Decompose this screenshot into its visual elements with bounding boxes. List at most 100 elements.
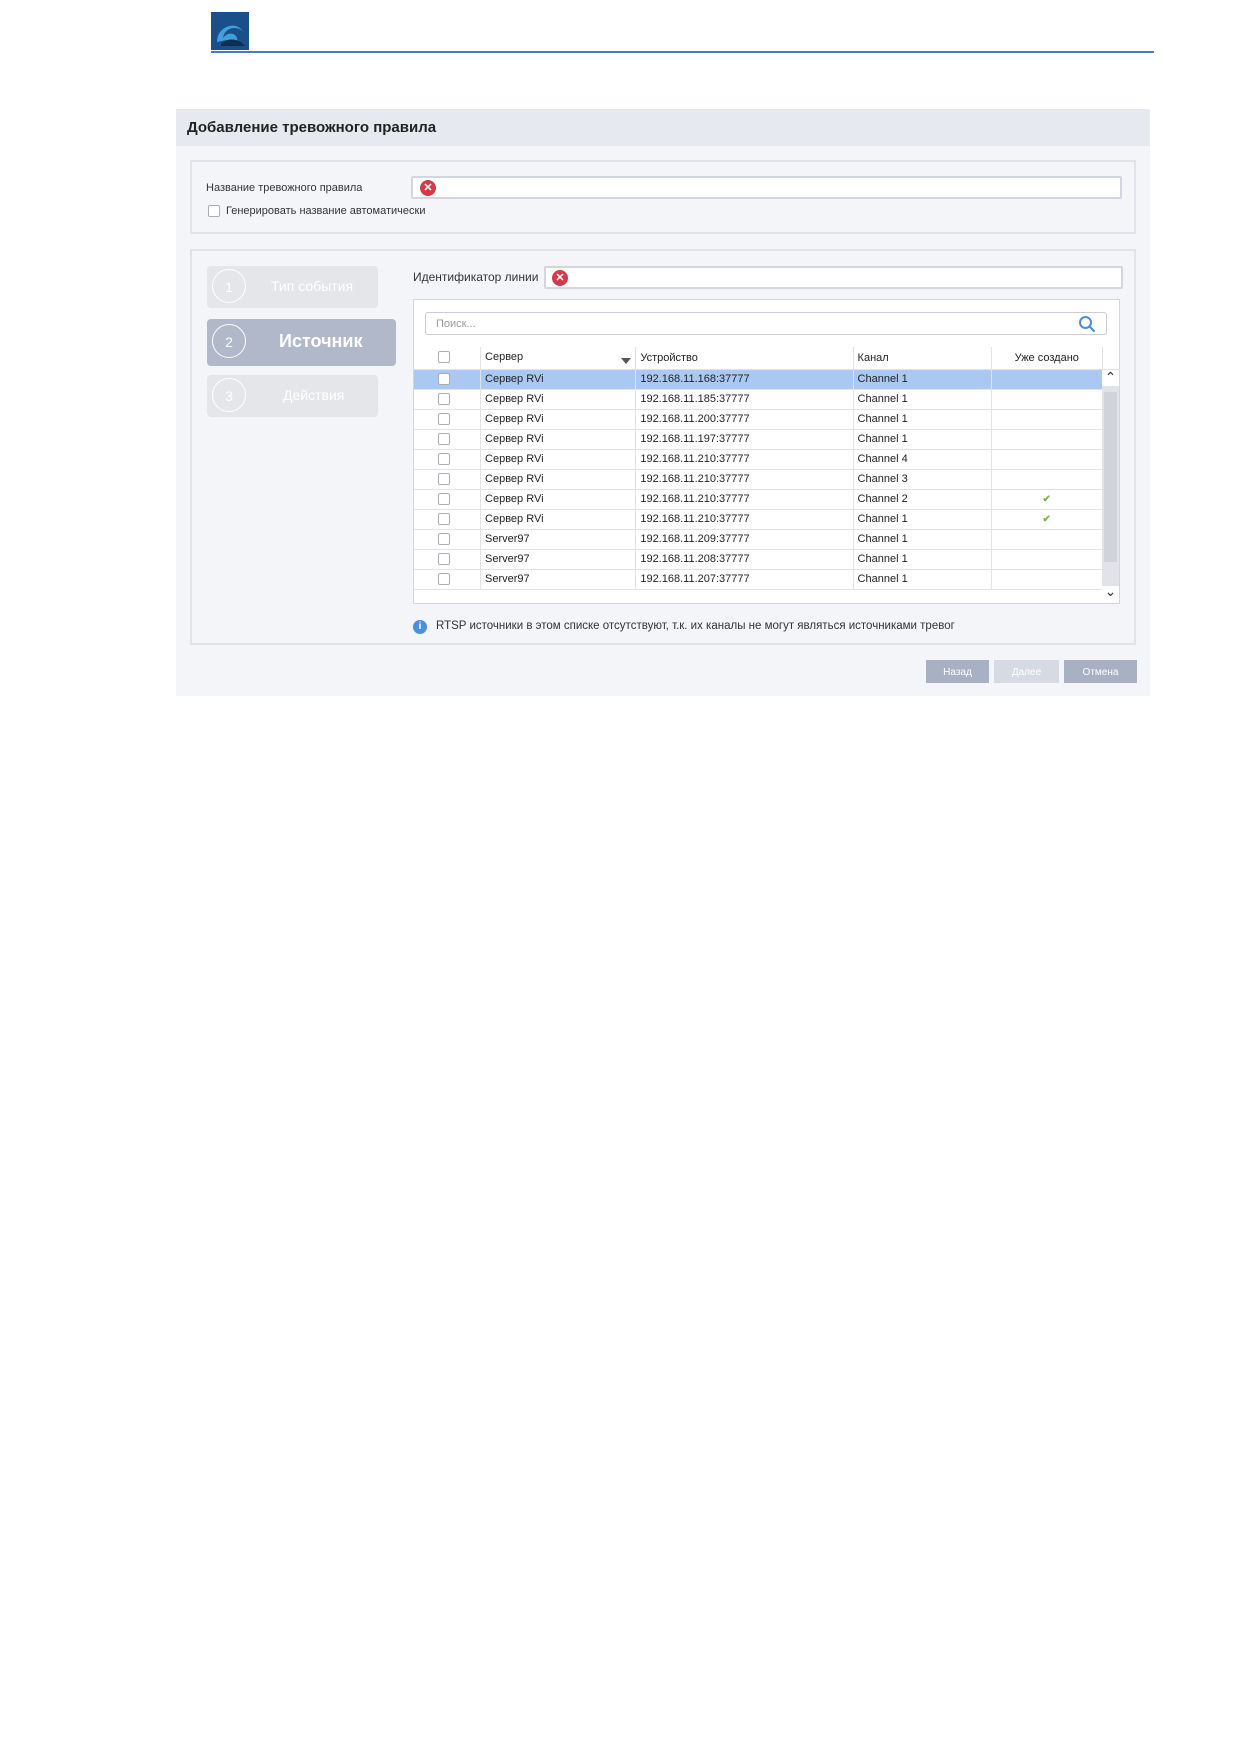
- cell-channel: Channel 1: [853, 369, 992, 390]
- column-label: Канал: [857, 351, 889, 364]
- row-checkbox[interactable]: [438, 372, 450, 385]
- cell-device: 192.168.11.209:37777: [635, 529, 854, 550]
- source-table-box: Сервер Устройство Канал Уже создано Серв…: [413, 299, 1120, 604]
- header-spacer: [1102, 347, 1119, 370]
- rule-name-label: Название тревожного правила: [206, 182, 363, 194]
- row-checkbox-cell: [414, 449, 482, 470]
- row-checkbox[interactable]: [438, 472, 450, 485]
- table-row[interactable]: Server97 192.168.11.208:37777 Channel 1: [414, 549, 1119, 570]
- scroll-thumb[interactable]: [1104, 392, 1117, 562]
- row-checkbox[interactable]: [438, 512, 450, 525]
- row-checkbox[interactable]: [438, 532, 450, 545]
- step-event-type[interactable]: 1 Тип события: [207, 266, 378, 308]
- row-checkbox[interactable]: [438, 392, 450, 405]
- row-checkbox-cell: [414, 549, 482, 570]
- scroll-up-icon[interactable]: ⌃: [1102, 370, 1119, 386]
- cell-channel: Channel 3: [853, 469, 992, 490]
- row-checkbox[interactable]: [438, 412, 450, 425]
- cell-created: [991, 449, 1103, 470]
- cell-channel: Channel 1: [853, 549, 992, 570]
- table-row[interactable]: Сервер RVi 192.168.11.197:37777 Channel 1: [414, 429, 1119, 450]
- cell-server: Сервер RVi: [480, 429, 637, 450]
- table-row[interactable]: Server97 192.168.11.207:37777 Channel 1: [414, 569, 1119, 590]
- search-input[interactable]: [426, 313, 1078, 335]
- step-number: 1: [212, 269, 246, 303]
- info-message: RTSP источники в этом списке отсутствуют…: [436, 620, 955, 632]
- check-icon: ✔: [1042, 493, 1051, 505]
- search-icon[interactable]: [1078, 315, 1096, 333]
- cell-server: Сервер RVi: [480, 489, 637, 510]
- column-header-server[interactable]: Сервер: [480, 347, 637, 370]
- table-row[interactable]: Server97 192.168.11.209:37777 Channel 1: [414, 529, 1119, 550]
- search-box: [425, 312, 1107, 335]
- select-all-checkbox[interactable]: [438, 351, 450, 363]
- step-label: Тип события: [271, 278, 354, 294]
- row-checkbox-cell: [414, 489, 482, 510]
- back-button[interactable]: Назад: [926, 660, 989, 683]
- cell-device: 192.168.11.210:37777: [635, 489, 854, 510]
- cell-device: 192.168.11.185:37777: [635, 389, 854, 410]
- cell-device: 192.168.11.208:37777: [635, 549, 854, 570]
- line-id-label: Идентификатор линии: [413, 270, 539, 284]
- cell-channel: Channel 1: [853, 509, 992, 530]
- cell-created: [991, 409, 1103, 430]
- cell-created: [991, 549, 1103, 570]
- cell-device: 192.168.11.210:37777: [635, 449, 854, 470]
- step-actions[interactable]: 3 Действия: [207, 375, 378, 417]
- row-checkbox-cell: [414, 529, 482, 550]
- row-checkbox-cell: [414, 409, 482, 430]
- cell-channel: Channel 1: [853, 389, 992, 410]
- table-row[interactable]: Сервер RVi 192.168.11.210:37777 Channel 3: [414, 469, 1119, 490]
- auto-name-checkbox[interactable]: [208, 205, 220, 217]
- dialog-title: Добавление тревожного правила: [176, 109, 1150, 146]
- line-id-input[interactable]: ✕: [544, 266, 1123, 289]
- cell-server: Server97: [480, 549, 637, 570]
- cell-device: 192.168.11.197:37777: [635, 429, 854, 450]
- table-row[interactable]: Сервер RVi 192.168.11.210:37777 Channel 4: [414, 449, 1119, 470]
- table-header-row: Сервер Устройство Канал Уже создано: [414, 347, 1119, 370]
- column-header-created[interactable]: Уже создано: [991, 347, 1103, 370]
- cell-created: [991, 369, 1103, 390]
- cell-created: [991, 469, 1103, 490]
- cell-device: 192.168.11.200:37777: [635, 409, 854, 430]
- table-row[interactable]: Сервер RVi 192.168.11.168:37777 Channel 1: [414, 369, 1119, 390]
- column-header-device[interactable]: Устройство: [635, 347, 854, 370]
- rule-name-input[interactable]: ✕: [411, 176, 1122, 199]
- header-rule: [211, 51, 1154, 53]
- step-source[interactable]: 2 Источник: [207, 319, 396, 366]
- table-row[interactable]: Сервер RVi 192.168.11.210:37777 Channel 1 ✔: [414, 509, 1119, 530]
- step-number: 2: [212, 324, 246, 358]
- column-header-channel[interactable]: Канал: [853, 347, 992, 370]
- row-checkbox[interactable]: [438, 432, 450, 445]
- select-all-cell: [414, 347, 482, 370]
- auto-name-label: Генерировать название автоматически: [226, 205, 426, 217]
- cell-created: [991, 429, 1103, 450]
- cell-created: [991, 389, 1103, 410]
- table-row[interactable]: Сервер RVi 192.168.11.210:37777 Channel 2 ✔: [414, 489, 1119, 510]
- row-checkbox[interactable]: [438, 452, 450, 465]
- table-scrollbar[interactable]: ⌃ ⌄: [1102, 370, 1119, 602]
- cancel-button[interactable]: Отмена: [1064, 660, 1137, 683]
- scroll-down-icon[interactable]: ⌄: [1102, 584, 1119, 602]
- table-row[interactable]: Сервер RVi 192.168.11.185:37777 Channel 1: [414, 389, 1119, 410]
- cell-created: ✔: [991, 509, 1103, 530]
- cell-server: Server97: [480, 569, 637, 590]
- cell-created: ✔: [991, 489, 1103, 510]
- column-label: Устройство: [640, 351, 698, 364]
- row-checkbox[interactable]: [438, 552, 450, 565]
- cell-device: 192.168.11.210:37777: [635, 469, 854, 490]
- row-checkbox-cell: [414, 469, 482, 490]
- row-checkbox[interactable]: [438, 492, 450, 505]
- cell-device: 192.168.11.210:37777: [635, 509, 854, 530]
- column-label: Сервер: [485, 351, 524, 364]
- sort-down-icon: [621, 358, 632, 365]
- row-checkbox-cell: [414, 429, 482, 450]
- row-checkbox[interactable]: [438, 572, 450, 585]
- row-checkbox-cell: [414, 509, 482, 530]
- sources-table: Сервер Устройство Канал Уже создано Серв…: [414, 347, 1119, 590]
- cell-server: Сервер RVi: [480, 509, 637, 530]
- table-row[interactable]: Сервер RVi 192.168.11.200:37777 Channel 1: [414, 409, 1119, 430]
- cell-device: 192.168.11.168:37777: [635, 369, 854, 390]
- next-button[interactable]: Далее: [994, 660, 1059, 683]
- cell-server: Сервер RVi: [480, 469, 637, 490]
